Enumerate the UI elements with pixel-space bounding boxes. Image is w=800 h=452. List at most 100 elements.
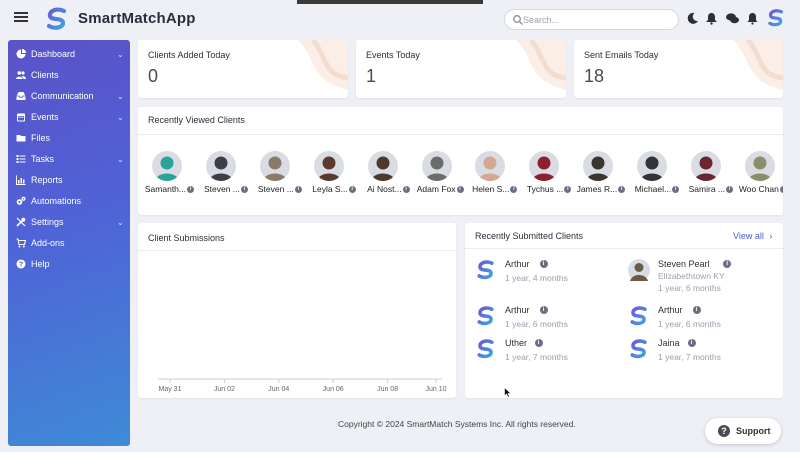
notification-bell-outline-icon[interactable]	[704, 11, 719, 26]
svg-text:?: ?	[19, 262, 23, 269]
recent-client-item[interactable]: Samanth... i	[140, 151, 194, 201]
bell-icon[interactable]	[745, 11, 760, 26]
submitted-client-item[interactable]: Uther i 1 year, 7 months	[475, 338, 625, 372]
client-logo-icon	[628, 305, 650, 327]
stat-title: Sent Emails Today	[584, 50, 659, 60]
sidebar-item-label: Dashboard	[31, 49, 76, 59]
support-button[interactable]: ? Support	[705, 418, 781, 444]
sidebar-item-label: Settings	[31, 217, 64, 227]
decorative-swirl-icon	[298, 40, 348, 90]
search-input[interactable]	[523, 12, 673, 28]
submitted-client-item[interactable]: Jaina i 1 year, 7 months	[628, 338, 778, 372]
submitted-client-item[interactable]: Arthur i 1 year, 4 months	[475, 259, 625, 293]
sidebar-item-label: Reports	[31, 175, 63, 185]
search-box[interactable]	[504, 9, 679, 30]
chevron-down-icon: ⌄	[117, 50, 124, 59]
sidebar-item-tasks[interactable]: Tasks ⌄	[8, 151, 130, 169]
client-photo	[205, 151, 236, 181]
client-photo	[691, 151, 721, 181]
stat-card-clients-added[interactable]: Clients Added Today 0	[138, 40, 348, 98]
client-name: Adam Fox	[416, 184, 456, 194]
chat-icon[interactable]	[725, 11, 740, 26]
sidebar-item-dashboard[interactable]: Dashboard ⌄	[8, 46, 130, 64]
client-name: Uther	[505, 338, 528, 348]
x-tick-label: Jun 06	[323, 386, 344, 393]
top-header: SmartMatchApp	[0, 0, 800, 38]
x-tick-label: Jun 08	[377, 386, 398, 393]
client-submitted-age: 1 year, 7 months	[658, 352, 721, 362]
client-submitted-age: 1 year, 6 months	[505, 319, 568, 329]
client-photo	[583, 151, 614, 181]
client-name: Ai Nost...	[367, 184, 402, 194]
chevron-right-icon: ›	[769, 231, 773, 241]
client-logo-icon	[475, 338, 497, 360]
sidebar-item-help[interactable]: ? Help	[8, 256, 130, 274]
chevron-down-icon: ⌄	[117, 92, 124, 101]
recent-client-item[interactable]: Samira ... i	[679, 151, 733, 201]
info-icon[interactable]: i	[539, 306, 548, 314]
submissions-chart: May 31 Jun 02 Jun 04 Jun 06 Jun 08 Jun 10	[158, 378, 447, 393]
client-photo	[475, 151, 506, 181]
divider	[138, 134, 783, 135]
recent-client-item[interactable]: Steven ... i	[248, 151, 302, 201]
recent-client-item[interactable]: Woo Chani	[733, 151, 783, 201]
recent-client-item[interactable]: Tychus ... i	[517, 151, 572, 201]
hamburger-menu-icon[interactable]	[14, 12, 28, 22]
submitted-client-item[interactable]: Arthur i 1 year, 6 months	[475, 305, 625, 339]
decorative-swirl-icon	[516, 40, 566, 90]
stat-card-sent-emails[interactable]: Sent Emails Today 18	[574, 40, 783, 98]
sidebar-item-reports[interactable]: Reports	[8, 172, 130, 190]
sidebar-item-label: Clients	[31, 70, 59, 80]
client-submitted-age: 1 year, 6 months	[658, 283, 721, 293]
app-logo-icon[interactable]	[44, 6, 70, 32]
sidebar-item-settings[interactable]: Settings ⌄	[8, 214, 130, 232]
recent-client-item[interactable]: Helen S... i	[463, 151, 518, 201]
view-all-link[interactable]: View all ›	[733, 231, 772, 241]
sidebar-item-label: Add-ons	[31, 238, 65, 248]
client-photo	[744, 151, 775, 181]
calendar-icon	[17, 113, 25, 122]
sidebar-item-clients[interactable]: Clients	[8, 67, 130, 85]
info-icon[interactable]: i	[723, 260, 732, 268]
client-submissions-card: Client Submissions May 31 Jun 02 Jun 04 Jun…	[138, 223, 456, 398]
chevron-down-icon: ⌄	[117, 155, 124, 164]
sidebar-item-events[interactable]: Events ⌄	[8, 109, 130, 127]
client-name: Samira ...	[688, 184, 725, 194]
client-name: Steven ...	[257, 184, 294, 194]
mouse-cursor-icon	[504, 387, 512, 398]
recent-client-item[interactable]: Adam Fox i	[410, 151, 464, 201]
app-name[interactable]: SmartMatchApp	[78, 10, 196, 27]
recent-client-item[interactable]: Ai Nost... i	[356, 151, 410, 201]
recent-client-item[interactable]: James R... i	[571, 151, 626, 201]
client-name: James R...	[576, 184, 618, 194]
info-icon[interactable]: i	[692, 306, 701, 314]
folder-icon	[16, 135, 26, 142]
stat-card-events-today[interactable]: Events Today 1	[356, 40, 566, 98]
submitted-client-item[interactable]: Steven Pearl i Elizabethtown KY 1 year, 6 m…	[628, 259, 778, 293]
moon-icon[interactable]	[685, 11, 700, 26]
sidebar-item-automations[interactable]: Automations	[8, 193, 130, 211]
footer-copyright: Copyright © 2024 SmartMatch Systems Inc.…	[338, 419, 576, 429]
x-tick-label: Jun 02	[214, 386, 235, 393]
recent-client-item[interactable]: Steven ... i	[194, 151, 248, 201]
sidebar-item-label: Files	[31, 133, 51, 143]
stat-title: Events Today	[366, 50, 420, 60]
sidebar-item-add-ons[interactable]: Add-ons	[8, 235, 130, 253]
client-logo-icon	[475, 305, 497, 327]
client-name: Steven Pearl	[658, 259, 710, 269]
info-icon[interactable]: i	[687, 339, 696, 347]
client-location: Elizabethtown KY	[658, 271, 725, 281]
client-name: Steven ...	[203, 184, 240, 194]
info-icon[interactable]: i	[779, 186, 783, 193]
inbox-icon	[16, 92, 26, 100]
recent-client-item[interactable]: Michael... i	[625, 151, 680, 201]
sidebar-item-files[interactable]: Files	[8, 130, 130, 148]
info-icon[interactable]: i	[534, 339, 543, 347]
recent-client-item[interactable]: Leyla S... i	[302, 151, 356, 201]
info-icon[interactable]: i	[539, 260, 548, 268]
submitted-client-item[interactable]: Arthur i 1 year, 6 months	[628, 305, 778, 339]
sidebar-item-communication[interactable]: Communication ⌄	[8, 88, 130, 106]
client-logo-icon	[628, 338, 650, 360]
question-circle-icon: ?	[718, 425, 730, 437]
avatar[interactable]	[766, 8, 786, 28]
